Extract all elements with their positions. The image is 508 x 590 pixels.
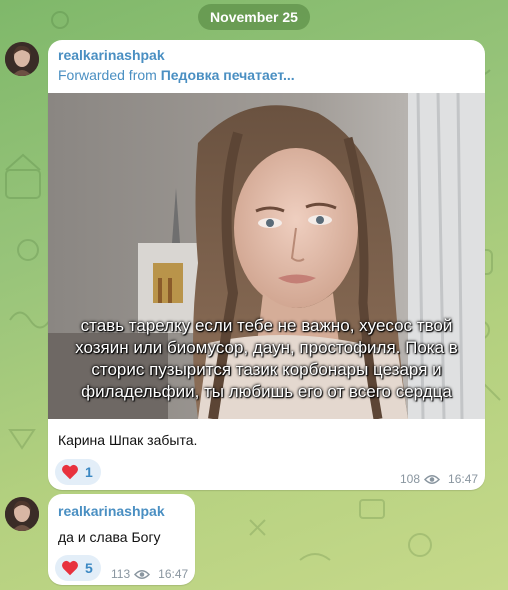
sender-name[interactable]: realkarinashpak	[58, 503, 165, 519]
reaction-count: 1	[85, 464, 93, 480]
message-bubble[interactable]: realkarinashpak да и слава Богу 5 113 16…	[48, 494, 195, 585]
forwarded-source-link[interactable]: Педовка печатает...	[161, 67, 295, 83]
reaction-button[interactable]: 5	[55, 555, 101, 581]
heart-icon	[62, 560, 78, 576]
message-text: да и слава Богу	[58, 529, 161, 545]
reaction-button[interactable]: 1	[55, 459, 101, 485]
message-meta: 108 16:47	[400, 472, 478, 486]
eye-icon	[424, 474, 441, 484]
message-time: 16:47	[448, 472, 479, 486]
view-count: 108	[400, 472, 421, 486]
message-photo[interactable]: ставь тарелку если тебе не важно, хуесос…	[48, 93, 485, 419]
view-count: 113	[111, 567, 131, 581]
sender-name[interactable]: realkarinashpak	[58, 47, 165, 63]
photo-caption-text: ставь тарелку если тебе не важно, хуесос…	[75, 316, 458, 401]
message-bubble[interactable]: realkarinashpak Forwarded from Педовка п…	[48, 40, 485, 490]
forwarded-header[interactable]: Forwarded from Педовка печатает...	[58, 67, 295, 83]
forwarded-prefix: Forwarded from	[58, 67, 157, 83]
date-separator: November 25	[198, 4, 310, 30]
message-text: Карина Шпак забыта.	[58, 432, 198, 448]
avatar[interactable]	[5, 497, 39, 531]
reaction-count: 5	[85, 560, 93, 576]
heart-icon	[62, 464, 78, 480]
message-time: 16:47	[158, 567, 189, 581]
eye-icon	[134, 569, 151, 579]
avatar[interactable]	[5, 42, 39, 76]
message-meta: 113 16:47	[111, 567, 188, 581]
